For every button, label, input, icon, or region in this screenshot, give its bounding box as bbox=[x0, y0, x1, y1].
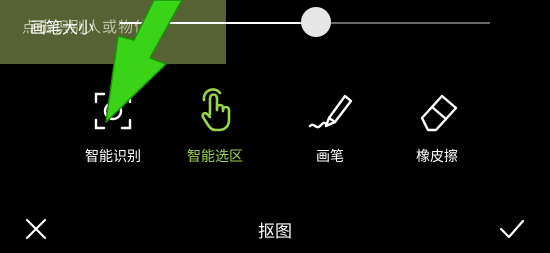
tool-label: 智能选区 bbox=[187, 149, 243, 165]
slider-fill bbox=[120, 22, 317, 24]
slider-knob[interactable] bbox=[301, 7, 332, 37]
tap-hand-icon bbox=[201, 88, 231, 132]
tool-smart-select[interactable]: 智能选区 bbox=[170, 88, 260, 168]
tool-eraser[interactable]: 橡皮擦 bbox=[392, 88, 482, 168]
check-icon[interactable] bbox=[496, 213, 528, 245]
eraser-icon bbox=[420, 94, 458, 132]
tool-smart-recognize[interactable]: 智能识别 bbox=[68, 88, 158, 168]
tool-label: 画笔 bbox=[316, 149, 344, 165]
tool-label: 智能识别 bbox=[85, 149, 141, 165]
brush-size-label: 画笔大小 bbox=[30, 18, 95, 37]
smart-recognize-icon bbox=[94, 92, 132, 130]
tool-label: 橡皮擦 bbox=[416, 149, 458, 165]
bottom-bar: 抠图 bbox=[0, 205, 550, 253]
tool-brush[interactable]: 画笔 bbox=[285, 88, 375, 168]
page-title: 抠图 bbox=[258, 222, 292, 242]
brush-icon bbox=[308, 94, 353, 129]
